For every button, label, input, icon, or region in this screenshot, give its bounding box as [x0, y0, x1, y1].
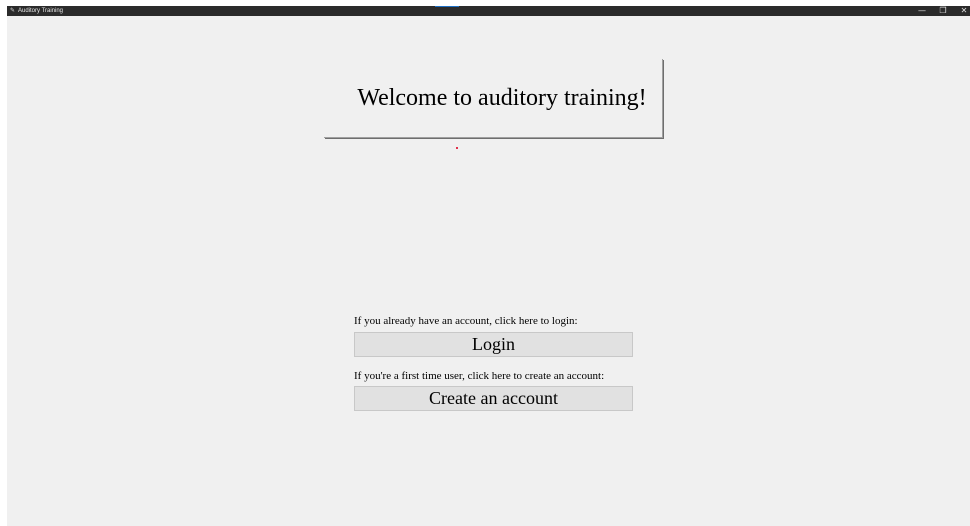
- maximize-button[interactable]: ❐: [936, 6, 950, 16]
- create-account-prompt: If you're a first time user, click here …: [354, 370, 605, 382]
- login-prompt: If you already have an account, click he…: [354, 315, 578, 327]
- close-button[interactable]: ✕: [957, 6, 970, 16]
- welcome-banner: Welcome to auditory training!: [324, 59, 663, 138]
- title-bar[interactable]: ✎ Auditory Training — ❐ ✕: [7, 6, 970, 16]
- minimize-button[interactable]: —: [915, 6, 929, 16]
- create-account-button[interactable]: Create an account: [354, 386, 633, 411]
- feather-icon: ✎: [10, 7, 16, 14]
- window-title: Auditory Training: [18, 8, 64, 14]
- titlebar-accent: [435, 6, 459, 7]
- app-window: ✎ Auditory Training — ❐ ✕ Welcome to aud…: [7, 6, 970, 526]
- welcome-heading: Welcome to auditory training!: [357, 84, 647, 111]
- login-button[interactable]: Login: [354, 332, 633, 357]
- cursor-dot: [456, 147, 458, 149]
